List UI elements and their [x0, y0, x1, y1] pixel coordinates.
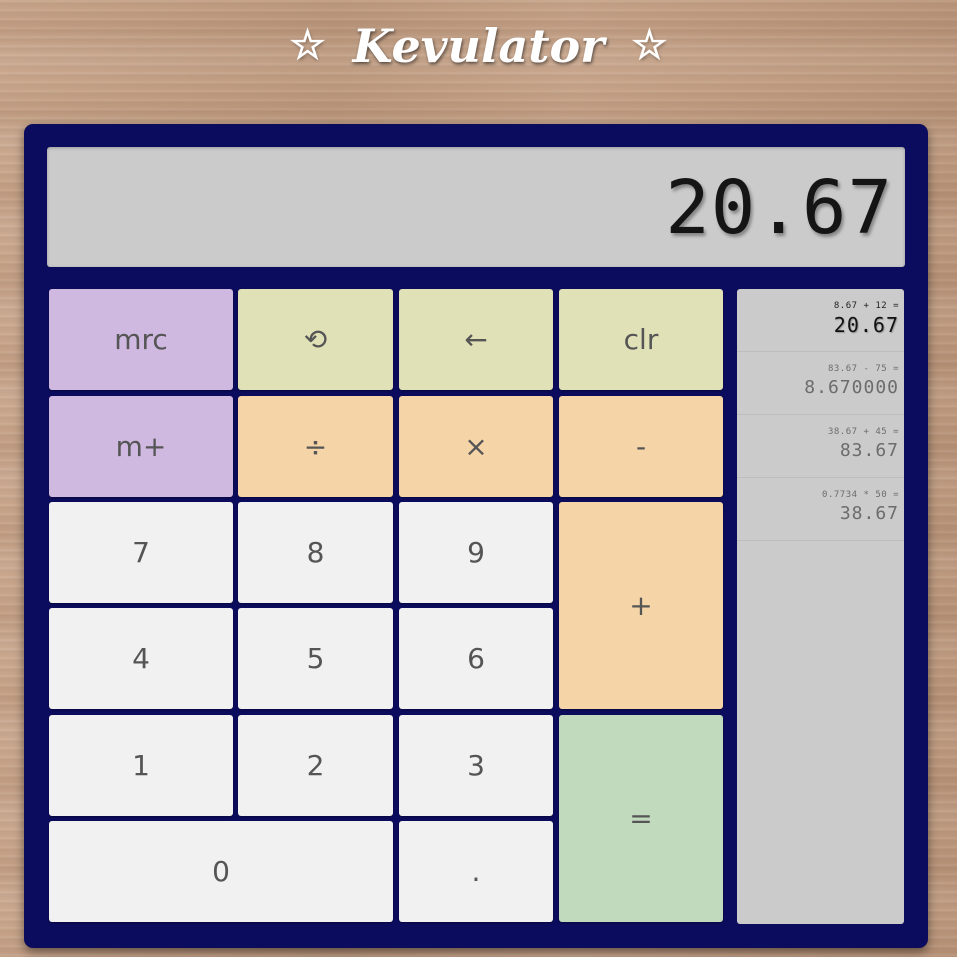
digit-4-button[interactable]: 4 — [49, 608, 233, 709]
history-expression: 0.7734 * 50 = — [822, 490, 899, 500]
history-entry[interactable]: 0.7734 * 50 = 38.67 — [737, 478, 904, 541]
clear-button[interactable]: clr — [559, 289, 723, 390]
history-result: 8.670000 — [804, 377, 899, 398]
digit-6-button[interactable]: 6 — [399, 608, 553, 709]
calculator-frame: 20.67 mrc ⟲ ← clr m+ ÷ × - 7 8 9 + 4 5 6… — [24, 124, 928, 948]
add-button[interactable]: + — [559, 502, 723, 709]
calculator-display: 20.67 — [47, 147, 905, 267]
digit-8-button[interactable]: 8 — [238, 502, 393, 603]
history-panel: 8.67 + 12 = 20.67 83.67 - 75 = 8.670000 … — [737, 289, 904, 924]
decimal-point-button[interactable]: . — [399, 821, 553, 922]
history-result: 20.67 — [833, 313, 899, 337]
backspace-arrow-icon: ← — [464, 323, 488, 356]
history-entry[interactable]: 83.67 - 75 = 8.670000 — [737, 352, 904, 415]
app-title: ☆ Kevulator ☆ — [0, 10, 957, 80]
history-result: 38.67 — [839, 503, 899, 524]
subtract-button[interactable]: - — [559, 396, 723, 497]
history-expression: 38.67 + 45 = — [827, 427, 899, 437]
app-title-text: Kevulator — [352, 18, 605, 73]
digit-1-button[interactable]: 1 — [49, 715, 233, 816]
divide-button[interactable]: ÷ — [238, 396, 393, 497]
digit-7-button[interactable]: 7 — [49, 502, 233, 603]
digit-2-button[interactable]: 2 — [238, 715, 393, 816]
history-entry[interactable]: 8.67 + 12 = 20.67 — [737, 289, 904, 352]
display-value: 20.67 — [665, 165, 893, 251]
history-expression: 8.67 + 12 = — [833, 301, 899, 311]
star-icon-left: ☆ — [289, 22, 326, 69]
mrc-button[interactable]: mrc — [49, 289, 233, 390]
backspace-button[interactable]: ← — [399, 289, 553, 390]
undo-icon: ⟲ — [303, 323, 328, 356]
digit-9-button[interactable]: 9 — [399, 502, 553, 603]
memory-add-button[interactable]: m+ — [49, 396, 233, 497]
history-result: 83.67 — [839, 440, 899, 461]
history-entry[interactable]: 38.67 + 45 = 83.67 — [737, 415, 904, 478]
digit-5-button[interactable]: 5 — [238, 608, 393, 709]
history-expression: 83.67 - 75 = — [827, 364, 899, 374]
equals-button[interactable]: = — [559, 715, 723, 922]
undo-button[interactable]: ⟲ — [238, 289, 393, 390]
multiply-button[interactable]: × — [399, 396, 553, 497]
digit-0-button[interactable]: 0 — [49, 821, 393, 922]
star-icon-right: ☆ — [631, 22, 668, 69]
digit-3-button[interactable]: 3 — [399, 715, 553, 816]
